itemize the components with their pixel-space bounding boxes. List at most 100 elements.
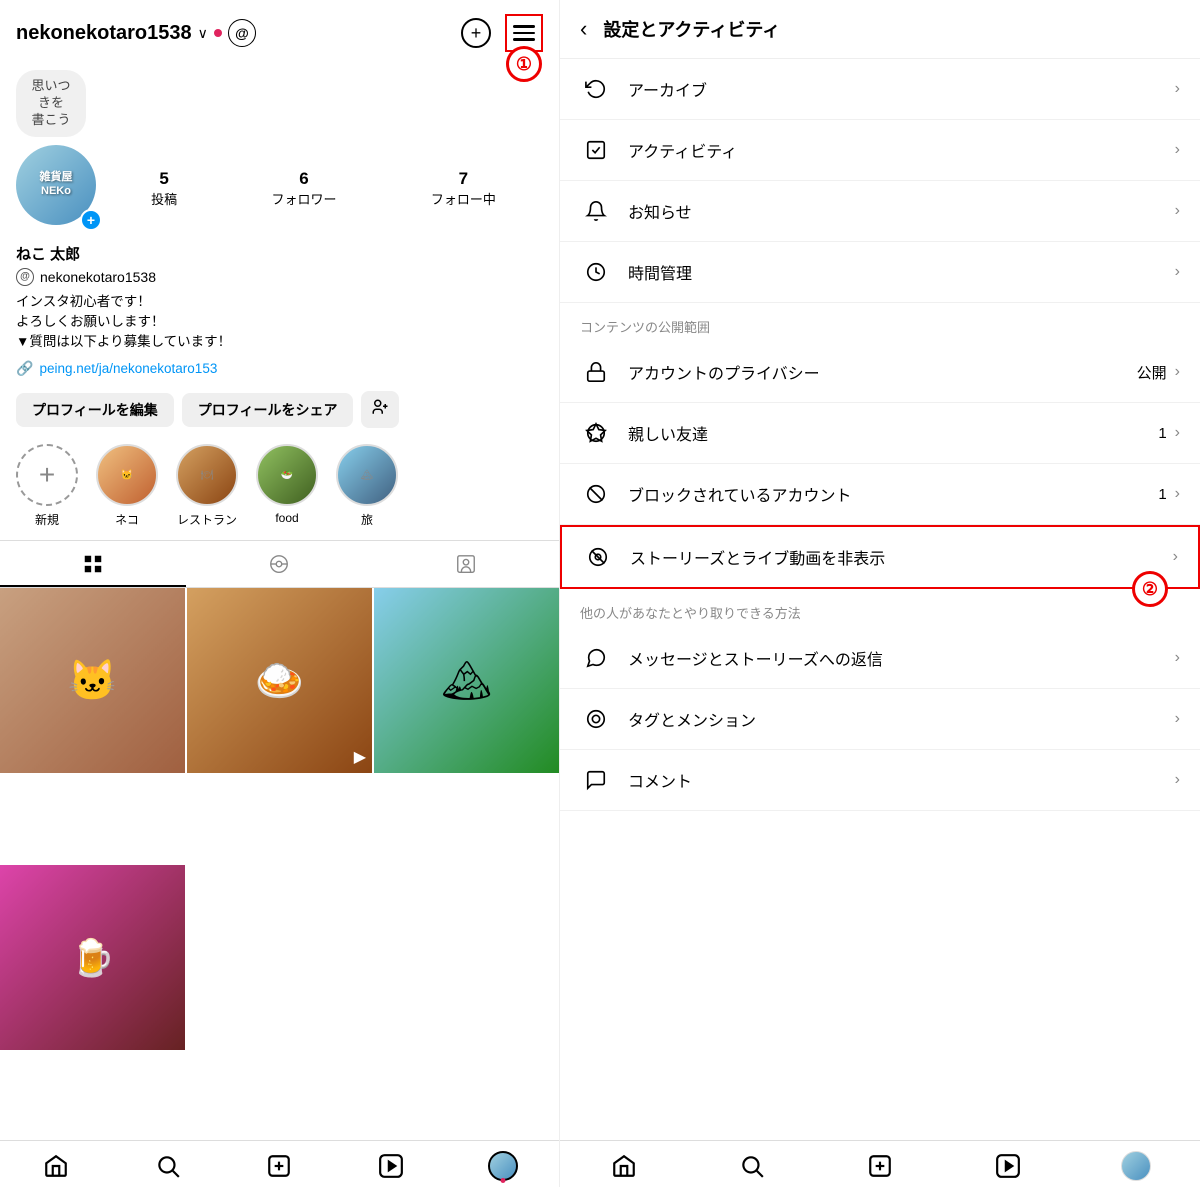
nav-create[interactable] [224,1151,336,1181]
posts-count: 5 [159,169,168,189]
highlight-label-new: 新規 [35,511,59,528]
link-icon: 🔗 [16,360,33,377]
nav-profile[interactable] [447,1151,559,1181]
action-buttons: プロフィールを編集 プロフィールをシェア [0,381,559,438]
handle-text: nekonekotaro1538 [40,269,156,285]
lp-header: nekonekotaro1538 ∨ @ + ① [0,0,559,62]
annotation-1: ① [506,46,542,82]
idea-bubble[interactable]: 思いつきを書こう [16,70,86,137]
close-friends-chevron: › [1175,424,1180,442]
menu-item-close-friends[interactable]: 親しい友達 1 › [560,403,1200,464]
highlight-neko[interactable]: 🐱 ネコ [96,444,158,528]
notification-dot [214,29,222,37]
highlight-new[interactable]: + 新規 [16,444,78,528]
menu-item-comments[interactable]: コメント › [560,750,1200,811]
menu-bar-1 [513,25,535,28]
bio-line-2: よろしくお願いします！ [16,314,165,329]
grid-item-2[interactable]: 🍛 ▶ [187,588,372,773]
followers-label: フォロワー [271,189,336,208]
share-profile-button[interactable]: プロフィールをシェア [182,393,354,427]
close-friends-badge: 1 [1158,425,1166,442]
blocked-badge: 1 [1158,486,1166,503]
archive-icon [580,73,612,105]
posts-stat[interactable]: 5 投稿 [151,169,177,208]
lp-header-right: + ① [461,14,543,52]
followers-stat[interactable]: 6 フォロワー [271,169,336,208]
tags-icon [580,703,612,735]
comments-chevron: › [1175,771,1180,789]
bottom-nav-right [560,1140,1200,1187]
add-story-button[interactable]: + [80,209,102,231]
privacy-badge: 公開 [1137,362,1167,383]
menu-item-tags[interactable]: タグとメンション › [560,689,1200,750]
following-stat[interactable]: 7 フォロー中 [431,169,496,208]
back-button[interactable]: ‹ [580,16,587,42]
highlight-circle-neko: 🐱 [96,444,158,506]
menu-item-privacy[interactable]: アカウントのプライバシー 公開 › [560,342,1200,403]
rp-nav-create[interactable] [816,1151,944,1181]
notifications-chevron: › [1175,202,1180,220]
right-panel: ‹ 設定とアクティビティ アーカイブ › アクティビティ › お知らせ › [560,0,1200,1187]
activity-chevron: › [1175,141,1180,159]
privacy-section-label: コンテンツの公開範囲 [560,303,1200,342]
menu-item-time[interactable]: 時間管理 › [560,242,1200,303]
bio-text: インスタ初心者です！ よろしくお願いします！ ▼質問は以下より募集しています！ [0,288,559,357]
threads-small-icon: @ [16,268,34,286]
dropdown-icon[interactable]: ∨ [198,25,208,42]
time-label: 時間管理 [628,260,1175,284]
username-label: nekonekotaro1538 [16,22,192,45]
menu-item-messages[interactable]: メッセージとストーリーズへの返信 › [560,628,1200,689]
highlight-restaurant[interactable]: 🍽 レストラン [176,444,238,528]
photo-grid: 🐱 🍛 ▶ 🏔 🍺 [0,588,559,1140]
content-tabs [0,540,559,588]
link-text[interactable]: peing.net/ja/nekonekotaro153 [39,361,217,376]
tags-chevron: › [1175,710,1180,728]
close-friends-label: 親しい友達 [628,421,1158,445]
highlight-food[interactable]: 🥗 food [256,444,318,528]
menu-item-hide-stories[interactable]: ストーリーズとライブ動画を非表示 › ② [560,525,1200,589]
menu-item-blocked[interactable]: ブロックされているアカウント 1 › [560,464,1200,525]
highlight-travel[interactable]: 🏔 旅 [336,444,398,528]
highlight-label-restaurant: レストラン [177,511,237,528]
bottom-nav-left [0,1140,559,1187]
bio-line-3: ▼質問は以下より募集しています！ [16,334,231,349]
tab-reels[interactable] [186,541,372,587]
edit-profile-button[interactable]: プロフィールを編集 [16,393,174,427]
grid-item-2-overlay: ▶ [354,747,366,767]
add-friend-button[interactable] [361,391,399,428]
rp-nav-reels[interactable] [944,1151,1072,1181]
nav-home[interactable] [0,1151,112,1181]
highlights-row: + 新規 🐱 ネコ 🍽 レストラン 🥗 food 🏔 旅 [0,438,559,534]
archive-label: アーカイブ [628,77,1175,101]
tab-tagged[interactable] [373,541,559,587]
privacy-label: アカウントのプライバシー [628,360,1137,384]
blocked-label: ブロックされているアカウント [628,482,1158,506]
hide-stories-icon [582,541,614,573]
menu-item-notifications[interactable]: お知らせ › [560,181,1200,242]
messages-chevron: › [1175,649,1180,667]
grid-item-4[interactable]: 🍺 [0,865,185,1050]
settings-menu: アーカイブ › アクティビティ › お知らせ › 時間管理 › [560,59,1200,1140]
threads-icon[interactable]: @ [228,19,256,47]
menu-item-archive[interactable]: アーカイブ › [560,59,1200,120]
rp-nav-home[interactable] [560,1151,688,1181]
grid-item-1[interactable]: 🐱 [0,588,185,773]
settings-header: ‹ 設定とアクティビティ [560,0,1200,59]
left-panel: nekonekotaro1538 ∨ @ + ① 思いつきを書こう 雑貨屋NEK… [0,0,560,1187]
grid-item-3[interactable]: 🏔 [374,588,559,773]
posts-label: 投稿 [151,189,177,208]
interaction-section-label: 他の人があなたとやり取りできる方法 [560,589,1200,628]
rp-nav-profile[interactable] [1072,1151,1200,1181]
new-post-icon[interactable]: + [461,18,491,48]
activity-label: アクティビティ [628,138,1175,162]
nav-search[interactable] [112,1151,224,1181]
nav-reels[interactable] [335,1151,447,1181]
menu-bar-3 [513,38,535,41]
tab-grid[interactable] [0,541,186,587]
menu-item-activity[interactable]: アクティビティ › [560,120,1200,181]
rp-nav-search[interactable] [688,1151,816,1181]
highlight-circle-new: + [16,444,78,506]
hide-stories-chevron: › [1173,548,1178,566]
privacy-chevron: › [1175,363,1180,381]
highlight-label-neko: ネコ [115,511,139,528]
